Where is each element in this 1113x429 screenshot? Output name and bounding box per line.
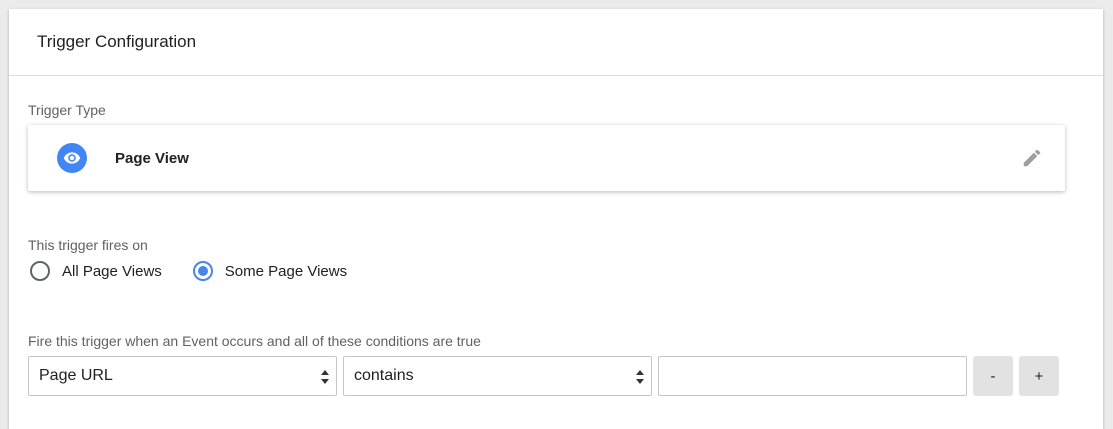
eye-icon	[57, 143, 87, 173]
panel-header: Trigger Configuration	[9, 9, 1103, 76]
condition-row: Page URL contains - +	[28, 356, 1059, 396]
conditions-label: Fire this trigger when an Event occurs a…	[28, 333, 481, 349]
add-condition-button[interactable]: +	[1019, 356, 1059, 396]
variable-select[interactable]: Page URL	[28, 356, 337, 396]
trigger-type-label: Trigger Type	[28, 102, 106, 118]
radio-label: All Page Views	[62, 262, 162, 280]
fires-on-label: This trigger fires on	[28, 237, 148, 253]
operator-select-value: contains	[354, 367, 414, 384]
trigger-type-card[interactable]: Page View	[28, 125, 1065, 191]
pencil-icon[interactable]	[1021, 147, 1043, 169]
remove-condition-button[interactable]: -	[973, 356, 1013, 396]
operator-select[interactable]: contains	[343, 356, 652, 396]
trigger-type-name: Page View	[115, 149, 189, 167]
radio-checked-icon	[192, 261, 213, 281]
select-arrows-icon	[636, 370, 644, 384]
variable-select-value: Page URL	[39, 367, 113, 384]
radio-some-page-views[interactable]: Some Page Views	[192, 261, 348, 281]
radio-all-page-views[interactable]: All Page Views	[30, 261, 162, 281]
fires-on-radio-group: All Page Views Some Page Views	[30, 261, 378, 281]
radio-label: Some Page Views	[224, 262, 348, 280]
radio-unchecked-icon	[30, 261, 50, 281]
condition-value-input[interactable]	[658, 356, 967, 396]
select-arrows-icon	[321, 370, 329, 384]
panel-title: Trigger Configuration	[37, 32, 197, 51]
